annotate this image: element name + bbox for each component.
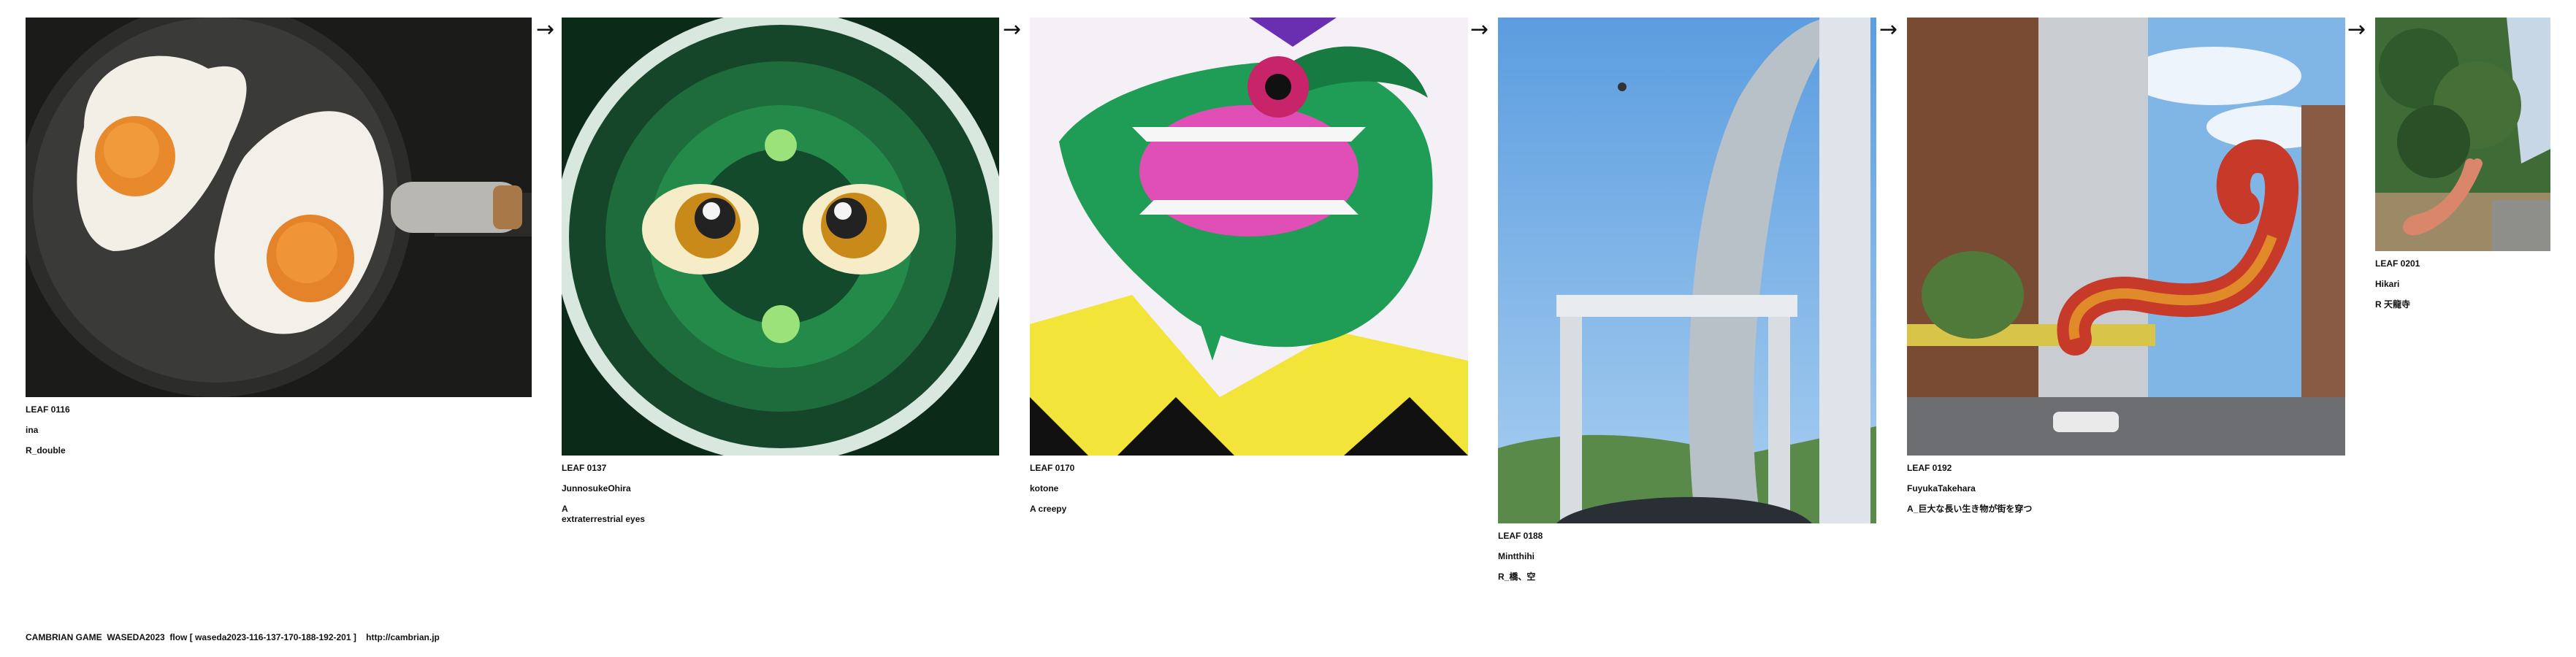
leaf-note: A — [562, 504, 568, 514]
bridge-photo-image[interactable] — [1498, 18, 1876, 523]
tree-worm-photo-image[interactable] — [2375, 18, 2550, 251]
leaf-note: R_橋、空 — [1498, 572, 1536, 582]
leaf-0170: LEAF 0170 kotone A creepy — [1030, 18, 1468, 514]
leaf-0116: LEAF 0116 ina R_double — [26, 18, 532, 456]
leaf-0188: LEAF 0188 Mintthihi R_橋、空 — [1498, 18, 1876, 582]
arrow-icon: → — [1879, 17, 1898, 42]
leaf-note: R_double — [26, 445, 66, 456]
leaf-label: LEAF 0201 — [2375, 258, 2420, 269]
leaf-author[interactable]: FuyukaTakehara — [1907, 483, 2345, 493]
leaf-label: LEAF 0170 — [1030, 463, 1075, 473]
arrow-icon: → — [1003, 17, 1022, 42]
leaf-note: A_巨大な長い生き物が街を穿つ — [1907, 504, 2033, 514]
arrow-icon: → — [536, 17, 555, 42]
leaf-label: LEAF 0137 — [562, 463, 607, 473]
leaf-author[interactable]: kotone — [1030, 483, 1468, 493]
footer-text[interactable]: CAMBRIAN GAME WASEDA2023 flow [ waseda20… — [26, 632, 440, 642]
leaf-author[interactable]: Mintthihi — [1498, 551, 1876, 561]
leaf-note: A creepy — [1030, 504, 1067, 514]
crocodile-illustration-image[interactable] — [1030, 18, 1468, 456]
arrow-icon: → — [2347, 17, 2366, 42]
arrow-icon: → — [1470, 17, 1489, 42]
alien-eyes-art-image[interactable] — [562, 18, 999, 456]
fried-eggs-photo-image[interactable] — [26, 18, 532, 397]
leaf-0137: LEAF 0137 JunnosukeOhira A extraterrestr… — [562, 18, 999, 524]
leaf-note-line2: extraterrestrial eyes — [562, 514, 646, 524]
leaf-label: LEAF 0188 — [1498, 531, 1543, 541]
leaf-author[interactable]: ina — [26, 425, 532, 435]
leaf-note: R 天龍寺 — [2375, 299, 2411, 310]
leaf-label: LEAF 0116 — [26, 404, 70, 415]
leaf-label: LEAF 0192 — [1907, 463, 1952, 473]
giant-worm-street-image[interactable] — [1907, 18, 2345, 456]
leaf-0201: LEAF 0201 Hikari R 天龍寺 — [2375, 18, 2550, 310]
leaf-author[interactable]: Hikari — [2375, 279, 2550, 289]
leaf-author[interactable]: JunnosukeOhira — [562, 483, 999, 493]
leaf-0192: LEAF 0192 FuyukaTakehara A_巨大な長い生き物が街を穿つ — [1907, 18, 2345, 514]
